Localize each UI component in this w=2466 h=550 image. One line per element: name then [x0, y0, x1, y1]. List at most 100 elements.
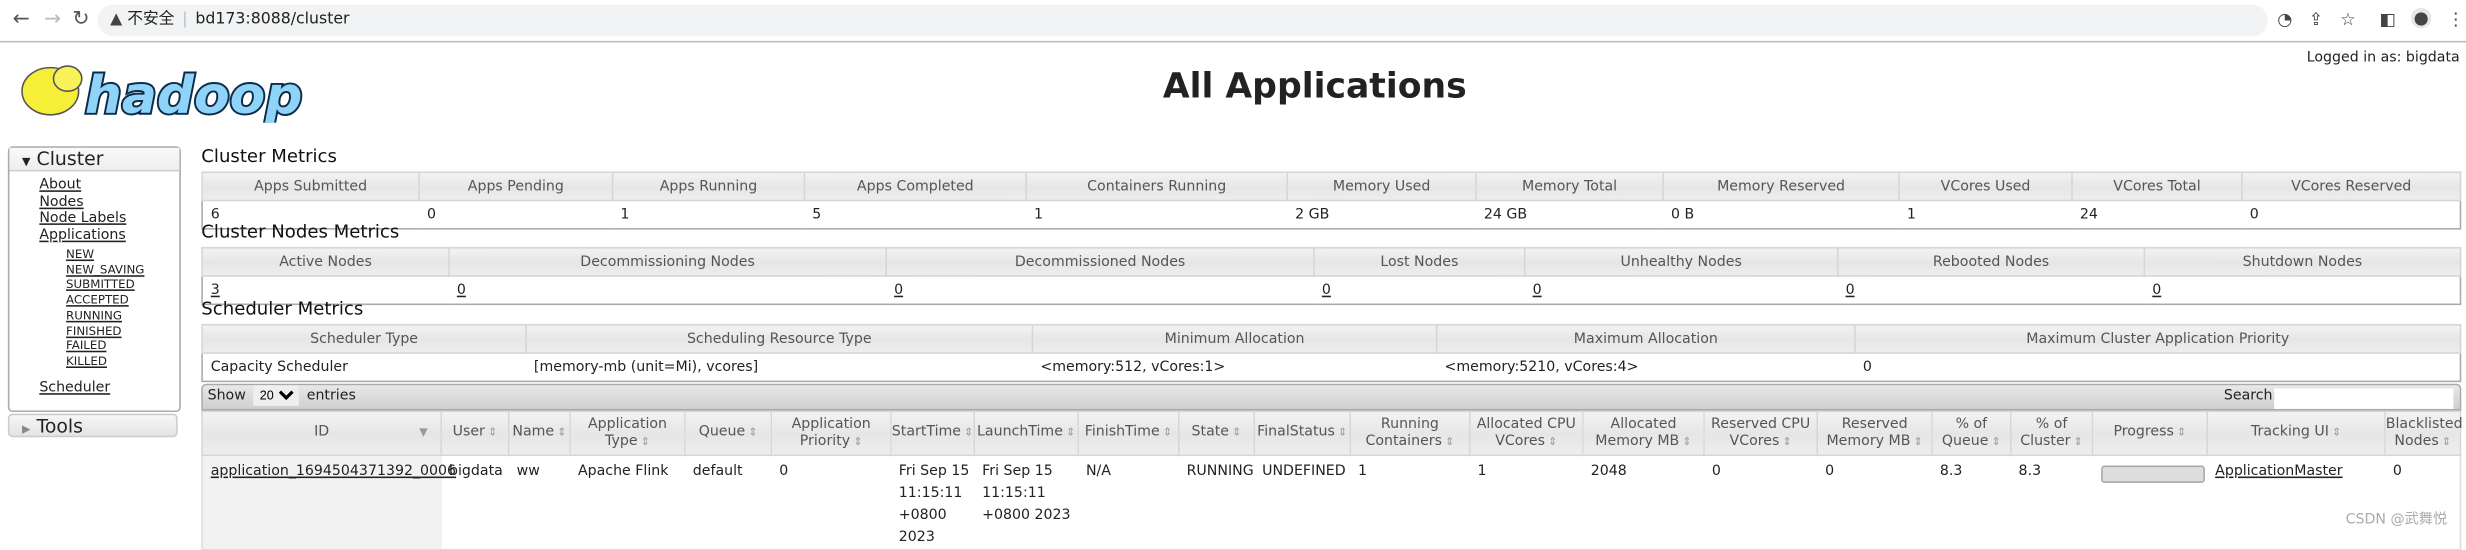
column-of-cluster[interactable]: % of Cluster ⇕: [2009, 410, 2094, 457]
column-launchtime[interactable]: LaunchTime ⇕: [973, 410, 1079, 457]
column-application-type[interactable]: Application Type ⇕: [569, 410, 686, 457]
sidebar-state-failed[interactable]: FAILED: [9, 338, 179, 353]
cell-type: Apache Flink: [577, 463, 669, 480]
column-finishtime[interactable]: FinishTime ⇕: [1077, 410, 1180, 457]
tracking-ui-link[interactable]: ApplicationMaster: [2215, 464, 2342, 480]
column-running-containers[interactable]: Running Containers ⇕: [1349, 410, 1471, 457]
application-id-link[interactable]: application_1694504371392_0006: [211, 464, 456, 480]
sort-icon[interactable]: ⇕: [641, 435, 650, 448]
column-of-queue[interactable]: % of Queue ⇕: [1931, 410, 2012, 457]
reload-icon[interactable]: ↻: [72, 8, 89, 32]
sidebar-state-running[interactable]: RUNNING: [9, 308, 179, 323]
column-tracking-ui[interactable]: Tracking UI ⇕: [2206, 410, 2386, 457]
sidebar-state-submitted[interactable]: SUBMITTED: [9, 277, 179, 292]
performance-icon[interactable]: ◔: [2277, 9, 2292, 29]
column-queue[interactable]: Queue ⇕: [684, 410, 773, 457]
value-maximum-cluster-application-priority: 0: [1854, 352, 2461, 383]
link-lost-nodes[interactable]: 0: [1322, 282, 1331, 298]
sort-icon[interactable]: ⇕: [1682, 435, 1691, 448]
sidebar-state-killed[interactable]: KILLED: [9, 354, 179, 369]
sidebar-link-scheduler[interactable]: Scheduler: [9, 380, 179, 397]
column-starttime[interactable]: StartTime ⇕: [890, 410, 976, 457]
share-icon[interactable]: ⇪: [2309, 9, 2323, 29]
column-reserved-memory-mb[interactable]: Reserved Memory MB ⇕: [1816, 410, 1933, 457]
forward-icon[interactable]: →: [44, 8, 61, 32]
sort-icon[interactable]: ⇕: [748, 426, 757, 439]
apps-table-toolbar: Show 20 entries Search:: [201, 383, 2462, 411]
value-scheduling-resource-type: [memory-mb (unit=Mi), vcores]: [526, 352, 1033, 383]
sidebar-state-new-saving[interactable]: NEW_SAVING: [9, 262, 179, 277]
sort-icon[interactable]: ⇕: [1066, 426, 1075, 439]
entries-select[interactable]: 20: [253, 385, 300, 406]
cell-id: application_1694504371392_0006: [202, 455, 456, 550]
sort-icon[interactable]: ⇕: [1338, 426, 1347, 439]
column-application-priority[interactable]: Application Priority ⇕: [770, 410, 892, 457]
sort-icon[interactable]: ⇕: [1783, 435, 1792, 448]
link-decommissioned-nodes[interactable]: 0: [894, 282, 903, 298]
sidebar-link-nodes[interactable]: Nodes: [9, 194, 179, 211]
profile-icon[interactable]: ●: [2410, 7, 2432, 29]
link-shutdown-nodes[interactable]: 0: [2152, 282, 2161, 298]
value-maximum-allocation: <memory:5210, vCores:4>: [1436, 352, 1855, 383]
column-user[interactable]: User ⇕: [440, 410, 510, 457]
back-icon[interactable]: ←: [13, 8, 30, 32]
link-decommissioning-nodes[interactable]: 0: [457, 282, 466, 298]
header-lost-nodes: Lost Nodes: [1313, 246, 1526, 277]
applications-table: ID ▼ User ⇕ Name ⇕ Application Type ⇕ Queue ⇕ Appl…: [201, 410, 2463, 550]
header-memory-total: Memory Total: [1475, 171, 1664, 202]
header-containers-running: Containers Running: [1025, 171, 1289, 202]
column-name[interactable]: Name ⇕: [507, 410, 571, 457]
column-allocated-memory-mb[interactable]: Allocated Memory MB ⇕: [1582, 410, 1705, 457]
sort-icon[interactable]: ⇕: [557, 426, 566, 439]
cell-final-status: UNDEFINED: [1262, 463, 1346, 480]
header-vcores-reserved: VCores Reserved: [2241, 171, 2462, 202]
warning-icon: ▲: [110, 11, 123, 29]
search-input[interactable]: [2274, 388, 2454, 409]
column-state[interactable]: State ⇕: [1177, 410, 1256, 457]
sidebar-link-applications[interactable]: Applications: [9, 227, 179, 244]
scheduler-metrics-table: Scheduler Type Scheduling Resource Type Mi…: [201, 323, 2462, 383]
sort-icon[interactable]: ⇕: [2442, 435, 2451, 448]
link-active-nodes[interactable]: 3: [211, 282, 220, 298]
sort-icon[interactable]: ⇕: [1548, 435, 1557, 448]
sidebar-tools-header[interactable]: ▶ Tools: [7, 413, 178, 438]
value-decommissioning-nodes: 0: [449, 275, 887, 306]
security-label: 不安全: [127, 11, 175, 29]
header-decommissioning-nodes: Decommissioning Nodes: [448, 246, 888, 277]
column-reserved-cpu-vcores[interactable]: Reserved CPU VCores ⇕: [1703, 410, 1819, 457]
sidebar-state-new[interactable]: NEW: [9, 247, 179, 262]
sort-icon[interactable]: ⇕: [2074, 435, 2083, 448]
sort-icon[interactable]: ⇕: [853, 435, 862, 448]
menu-icon[interactable]: ⋮: [2447, 9, 2464, 29]
column-blacklisted-nodes[interactable]: Blacklisted Nodes ⇕: [2384, 410, 2463, 457]
column-id[interactable]: ID ▼: [201, 410, 442, 457]
sidebar: ▼ Cluster About Nodes Node Labels Applic…: [7, 146, 181, 413]
address-bar[interactable]: ▲ 不安全 | bd173:8088/cluster: [97, 4, 2268, 37]
cluster-metrics-table: Apps Submitted Apps Pending Apps Running Ap…: [201, 171, 2462, 230]
sidebar-state-finished[interactable]: FINISHED: [9, 323, 179, 338]
star-icon[interactable]: ☆: [2340, 9, 2356, 29]
sort-icon[interactable]: ⇕: [1914, 435, 1923, 448]
sort-desc-icon[interactable]: ▼: [419, 425, 427, 442]
sort-icon[interactable]: ⇕: [964, 426, 973, 439]
link-unhealthy-nodes[interactable]: 0: [1533, 282, 1542, 298]
sidebar-link-about[interactable]: About: [9, 178, 179, 195]
value-apps-pending: 0: [419, 199, 613, 230]
sidebar-cluster-header[interactable]: ▼ Cluster: [9, 147, 180, 172]
link-rebooted-nodes[interactable]: 0: [1846, 282, 1855, 298]
sidebar-link-node-labels[interactable]: Node Labels: [9, 211, 179, 228]
sort-icon[interactable]: ⇕: [2332, 426, 2341, 439]
column-allocated-cpu-vcores[interactable]: Allocated CPU VCores ⇕: [1468, 410, 1584, 457]
sidepanel-icon[interactable]: ◧: [2379, 9, 2395, 29]
sort-icon[interactable]: ⇕: [2177, 426, 2186, 439]
sort-icon[interactable]: ⇕: [1992, 435, 2001, 448]
column-finalstatus[interactable]: FinalStatus ⇕: [1253, 410, 1351, 457]
value-decommissioned-nodes: 0: [886, 275, 1314, 306]
sidebar-state-accepted[interactable]: ACCEPTED: [9, 293, 179, 308]
node-metrics-table: Active Nodes Decommissioning Nodes Decommi…: [201, 246, 2462, 306]
sort-icon[interactable]: ⇕: [488, 426, 497, 439]
column-progress[interactable]: Progress ⇕: [2091, 410, 2209, 457]
sort-icon[interactable]: ⇕: [1163, 426, 1172, 439]
sort-icon[interactable]: ⇕: [1445, 435, 1454, 448]
sort-icon[interactable]: ⇕: [1232, 426, 1241, 439]
